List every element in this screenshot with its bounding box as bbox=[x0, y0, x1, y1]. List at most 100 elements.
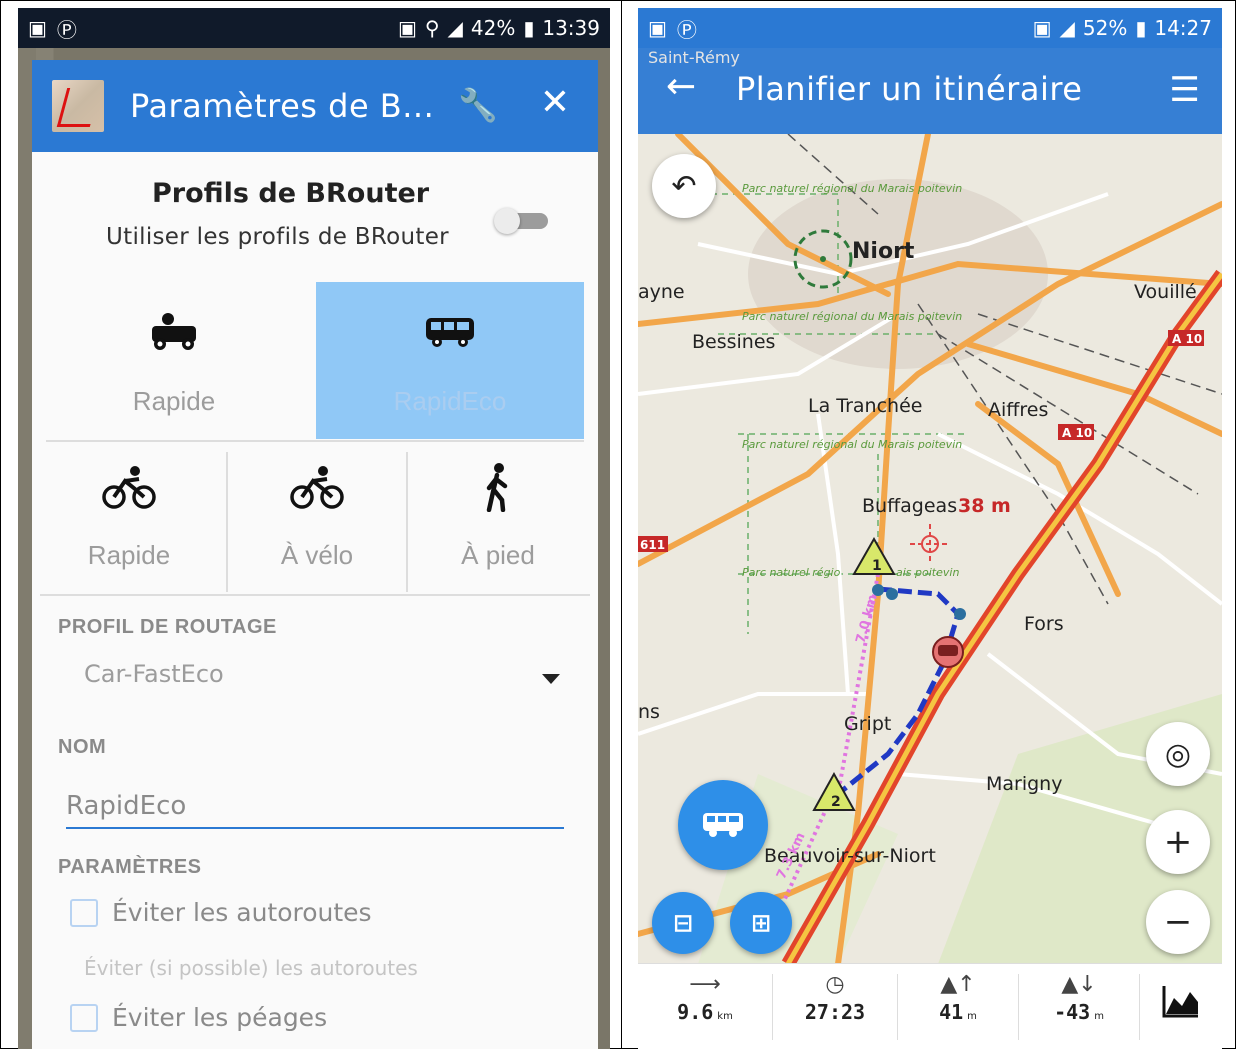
avoid-tolls-label: Éviter les péages bbox=[112, 1003, 328, 1032]
battery-percent: 42% bbox=[470, 16, 516, 40]
minus-icon: − bbox=[1163, 902, 1193, 942]
routing-profile-section-header: PROFIL DE ROUTAGE bbox=[58, 616, 277, 638]
descent-value: -43 bbox=[1054, 1000, 1091, 1024]
zoom-out-button[interactable]: − bbox=[1146, 890, 1210, 954]
battery-charging-icon: ▮ bbox=[1135, 16, 1147, 40]
clock-icon: ◷ bbox=[825, 972, 845, 997]
profile-label: Rapide bbox=[87, 540, 171, 570]
close-icon[interactable]: ✕ bbox=[540, 82, 570, 123]
park-label: Parc naturel régional du Marais poitevin bbox=[742, 182, 962, 195]
dialog-header: Paramètres de B... 🔧 ✕ bbox=[32, 60, 598, 152]
duration-value: 27:23 bbox=[804, 1000, 866, 1024]
gallery-icon: ▣ bbox=[648, 16, 667, 40]
ascent-unit: m bbox=[967, 1011, 977, 1022]
avoid-tolls-checkbox[interactable] bbox=[70, 1004, 98, 1032]
gallery-icon: ▣ bbox=[28, 16, 47, 40]
elevation-profile-button[interactable] bbox=[1140, 964, 1222, 1049]
route-profile-button[interactable] bbox=[678, 780, 768, 870]
stat-duration: ◷ 27:23 bbox=[773, 964, 897, 1049]
crosshair-target bbox=[910, 524, 950, 564]
van-icon bbox=[938, 645, 958, 656]
brouter-toggle[interactable] bbox=[494, 208, 550, 234]
distance-to-crosshair: 38 m bbox=[958, 495, 1011, 517]
signal-icon: ◢ bbox=[447, 16, 463, 40]
name-field[interactable] bbox=[66, 785, 564, 829]
location-icon: ⚲ bbox=[424, 16, 440, 40]
clock-time: 14:27 bbox=[1154, 16, 1212, 40]
map-label-saint-remy: Saint-Rémy bbox=[648, 48, 740, 67]
pedestrian-icon bbox=[408, 462, 588, 522]
status-bar: ▣ Ⓟ ▣ ⚲ ◢ 42% ▮ 13:39 bbox=[18, 8, 610, 48]
map-label-la-tranchee: La Tranchée bbox=[808, 395, 922, 417]
dialog-title: Paramètres de B... bbox=[130, 87, 435, 125]
remove-waypoint-button[interactable]: ⊟ bbox=[652, 892, 714, 954]
map-label-vouille: Vouillé bbox=[1134, 281, 1197, 303]
routing-profile-select[interactable]: Car-FastEco bbox=[84, 660, 224, 688]
plus-icon: + bbox=[1163, 822, 1193, 862]
chevron-down-icon[interactable] bbox=[542, 674, 560, 684]
profile-tile-a-pied[interactable]: À pied bbox=[408, 444, 588, 594]
map-label-buffageas: Buffageas bbox=[862, 495, 957, 517]
page-title: Planifier un itinéraire bbox=[736, 70, 1083, 108]
right-phone-screen: ▣ Ⓟ ▣ ◢ 52% ▮ 14:27 ← Planifier un itiné… bbox=[638, 8, 1222, 1049]
park-label: Parc naturel régio bbox=[742, 566, 841, 579]
back-arrow-icon[interactable]: ← bbox=[666, 66, 696, 107]
route-point[interactable] bbox=[886, 588, 898, 600]
road-shield-label: 611 bbox=[640, 538, 665, 552]
profile-label: Rapide bbox=[132, 386, 216, 416]
brouter-title: Profils de BRouter bbox=[152, 178, 430, 209]
elevation-chart-icon bbox=[1162, 986, 1198, 1018]
remove-marker-icon: ⊟ bbox=[672, 909, 694, 937]
route-point[interactable] bbox=[954, 608, 966, 620]
profile-tile-rapide-car[interactable]: Rapide bbox=[32, 282, 316, 442]
bicycle-icon bbox=[228, 464, 406, 520]
route-point[interactable] bbox=[872, 584, 884, 596]
hamburger-menu-icon[interactable]: ☰ bbox=[1170, 70, 1200, 110]
distance-value: 9.6 bbox=[677, 1000, 714, 1024]
avoid-motorways-checkbox[interactable] bbox=[70, 899, 98, 927]
distance-unit: km bbox=[717, 1011, 733, 1022]
park-label: Parc naturel régional du Marais poitevin bbox=[742, 438, 962, 451]
wrench-icon[interactable]: 🔧 bbox=[458, 86, 498, 124]
car-icon bbox=[32, 312, 316, 362]
clock-time: 13:39 bbox=[542, 16, 600, 40]
map-label-aiffres: Aiffres bbox=[988, 399, 1048, 421]
sim-icon: ▣ bbox=[397, 16, 417, 40]
profile-label: À pied bbox=[461, 540, 535, 570]
battery-icon: ▮ bbox=[523, 16, 535, 40]
left-phone-screen: ▣ Ⓟ ▣ ⚲ ◢ 42% ▮ 13:39 Paramètres de B...… bbox=[18, 8, 610, 1049]
profile-settings-dialog: Paramètres de B... 🔧 ✕ Profils de BRoute… bbox=[32, 60, 598, 1049]
add-waypoint-button[interactable]: ⊞ bbox=[730, 892, 792, 954]
descent-icon: ▲↓ bbox=[1061, 972, 1097, 997]
city-marker-dot bbox=[820, 256, 826, 262]
bicycle-icon bbox=[32, 464, 226, 520]
profile-thumbnail bbox=[52, 80, 104, 132]
waypoint-2-number: 2 bbox=[831, 794, 841, 810]
toggle-knob bbox=[494, 208, 520, 234]
undo-icon: ↶ bbox=[671, 168, 697, 204]
profile-tile-rapideco-van[interactable]: RapidEco bbox=[316, 282, 584, 439]
sim-icon: ▣ bbox=[1032, 16, 1052, 40]
battery-percent: 52% bbox=[1082, 16, 1128, 40]
brouter-subtitle: Utiliser les profils de BRouter bbox=[106, 224, 449, 250]
rotation-lock-icon: Ⓟ bbox=[676, 17, 697, 42]
status-bar: ▣ Ⓟ ▣ ◢ 52% ▮ 14:27 bbox=[638, 8, 1222, 48]
brouter-profiles-row[interactable]: Profils de BRouter Utiliser les profils … bbox=[32, 178, 598, 278]
ascent-icon: ▲↑ bbox=[940, 972, 976, 997]
avoid-motorways-label: Éviter les autoroutes bbox=[112, 898, 372, 927]
undo-button[interactable]: ↶ bbox=[652, 154, 716, 218]
crosshair-icon: ◎ bbox=[1164, 736, 1192, 772]
parameters-section-header: PARAMÈTRES bbox=[58, 856, 202, 878]
motorway-shield-label: A 10 bbox=[1062, 426, 1092, 440]
add-marker-icon: ⊞ bbox=[750, 909, 772, 937]
stat-descent: ▲↓ -43 m bbox=[1019, 964, 1139, 1049]
profile-tile-a-velo[interactable]: À vélo bbox=[228, 444, 406, 594]
stat-ascent: ▲↑ 41 m bbox=[898, 964, 1018, 1049]
profile-tile-rapide-bike[interactable]: Rapide bbox=[32, 444, 226, 594]
my-location-button[interactable]: ◎ bbox=[1146, 722, 1210, 786]
tiles-separator bbox=[40, 594, 590, 596]
map-label-ayne: ayne bbox=[638, 281, 685, 303]
zoom-in-button[interactable]: + bbox=[1146, 810, 1210, 874]
avoid-motorways-description: Éviter (si possible) les autoroutes bbox=[84, 956, 418, 980]
profile-label: RapidEco bbox=[393, 386, 507, 416]
